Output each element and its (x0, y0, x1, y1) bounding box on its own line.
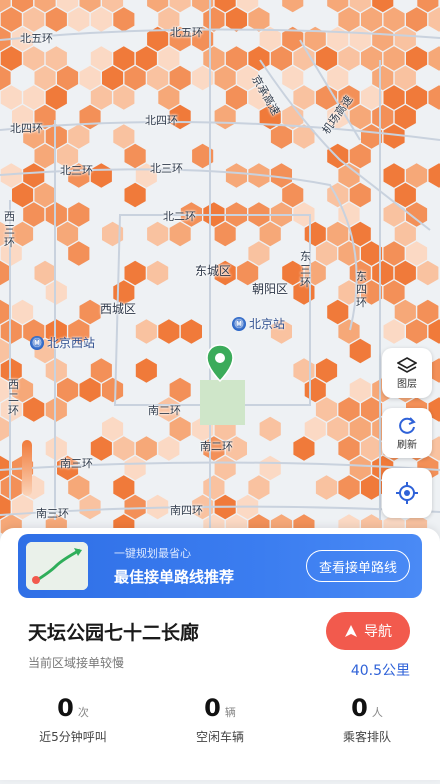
ring-label: 北三环 (60, 162, 93, 178)
subway-icon: Ⓜ (232, 317, 246, 331)
distance-text: 40.5公里 (351, 660, 410, 680)
ring-label: 北三环 (150, 160, 183, 176)
stat-passenger-queue: 0人 乘客排队 (294, 694, 440, 745)
ring-label: 北二环 (163, 208, 196, 224)
station-beijing[interactable]: Ⓜ 北京站 (232, 315, 285, 332)
stat-unit: 人 (372, 706, 383, 719)
stat-unit: 次 (78, 706, 89, 719)
ring-label: 东三环 (300, 250, 314, 289)
stat-value: 0 (204, 694, 221, 722)
heat-legend-bar (22, 440, 32, 496)
stat-value: 0 (57, 694, 74, 722)
route-map-icon (26, 542, 88, 590)
layers-icon (397, 357, 417, 375)
station-label: 北京站 (249, 315, 285, 332)
route-recommend-banner[interactable]: 一键规划最省心 最佳接单路线推荐 查看接单路线 (18, 534, 422, 598)
ring-label: 西二环 (8, 378, 22, 417)
ring-label: 南四环 (170, 502, 203, 518)
banner-main-text: 最佳接单路线推荐 (114, 566, 234, 587)
stat-recent-calls: 0次 近5分钟呼叫 (0, 694, 146, 745)
district-label: 东城区 (195, 262, 231, 279)
ring-label: 南三环 (36, 505, 69, 521)
ring-label: 北五环 (170, 24, 203, 40)
refresh-button[interactable]: 刷新 (382, 408, 432, 458)
ring-label: 南二环 (148, 402, 181, 418)
stat-label: 乘客排队 (294, 728, 440, 745)
stat-idle-cars: 0辆 空闲车辆 (147, 694, 293, 745)
subway-icon: Ⓜ (30, 336, 44, 350)
layers-label: 图层 (397, 375, 417, 390)
view-route-button[interactable]: 查看接单路线 (306, 550, 410, 582)
location-pin-icon[interactable] (205, 344, 235, 382)
layers-button[interactable]: 图层 (382, 348, 432, 398)
ring-label: 南二环 (200, 438, 233, 454)
locate-icon (395, 481, 419, 505)
navigate-label: 导航 (364, 621, 392, 641)
stat-label: 空闲车辆 (147, 728, 293, 745)
ring-label: 北四环 (145, 112, 178, 128)
navigate-button[interactable]: 导航 (326, 612, 410, 650)
refresh-label: 刷新 (397, 436, 417, 451)
place-title: 天坛公园七十二长廊 (28, 618, 199, 645)
locate-button[interactable] (382, 468, 432, 518)
station-label: 北京西站 (47, 334, 95, 351)
banner-small-text: 一键规划最省心 (114, 545, 191, 561)
ring-label: 南三环 (60, 455, 93, 471)
park-area (200, 380, 245, 425)
district-label: 朝阳区 (252, 280, 288, 297)
ring-label: 北五环 (20, 30, 53, 46)
ring-label: 北四环 (10, 120, 43, 136)
refresh-icon (397, 416, 417, 436)
district-label: 西城区 (100, 300, 136, 317)
area-status-text: 当前区域接单较慢 (28, 654, 124, 671)
navigation-arrow-icon (344, 624, 358, 638)
ring-label: 西三环 (4, 210, 18, 249)
stat-label: 近5分钟呼叫 (0, 728, 146, 745)
station-beijing-west[interactable]: Ⓜ 北京西站 (30, 334, 95, 351)
stat-value: 0 (351, 694, 368, 722)
stat-unit: 辆 (225, 706, 236, 719)
ring-label: 东四环 (356, 270, 370, 309)
